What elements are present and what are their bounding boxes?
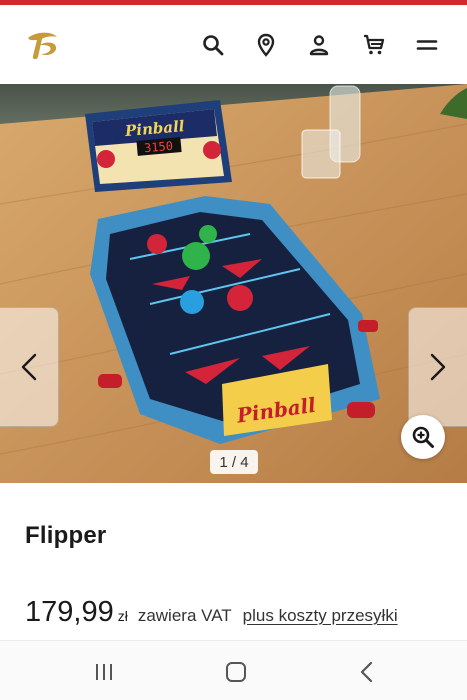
chevron-left-icon [21, 353, 37, 381]
zoom-button[interactable] [401, 415, 445, 459]
tchibo-logo[interactable] [24, 27, 60, 63]
site-header [0, 5, 467, 84]
location-pin-icon[interactable] [253, 32, 279, 58]
price-value: 179,99 [25, 596, 114, 628]
product-image-gallery[interactable]: Pinball 3150 Pinball [0, 84, 467, 483]
previous-image-button[interactable] [0, 307, 59, 427]
back-icon[interactable] [352, 659, 382, 685]
shipping-costs-link[interactable]: plus koszty przesyłki [243, 606, 398, 626]
menu-icon[interactable] [414, 32, 440, 58]
home-icon[interactable] [221, 659, 251, 685]
pinball-product-photo: Pinball 3150 Pinball [0, 84, 467, 483]
cart-icon[interactable] [361, 32, 387, 58]
product-title: Flipper [25, 522, 107, 549]
price-row: 179,99 zł zawiera VAT plus koszty przesy… [25, 596, 398, 632]
system-navigation-bar [0, 640, 467, 700]
backbox: Pinball 3150 [85, 100, 232, 192]
next-image-button[interactable] [408, 307, 467, 427]
search-icon[interactable] [200, 32, 226, 58]
image-counter: 1 / 4 [210, 450, 258, 474]
price-currency: zł [117, 608, 128, 624]
backbox-score: 3150 [144, 139, 174, 155]
recent-apps-icon[interactable] [89, 659, 119, 685]
vat-note: zawiera VAT [137, 606, 232, 625]
chevron-right-icon [430, 353, 446, 381]
zoom-in-icon [412, 426, 434, 448]
account-icon[interactable] [306, 32, 332, 58]
